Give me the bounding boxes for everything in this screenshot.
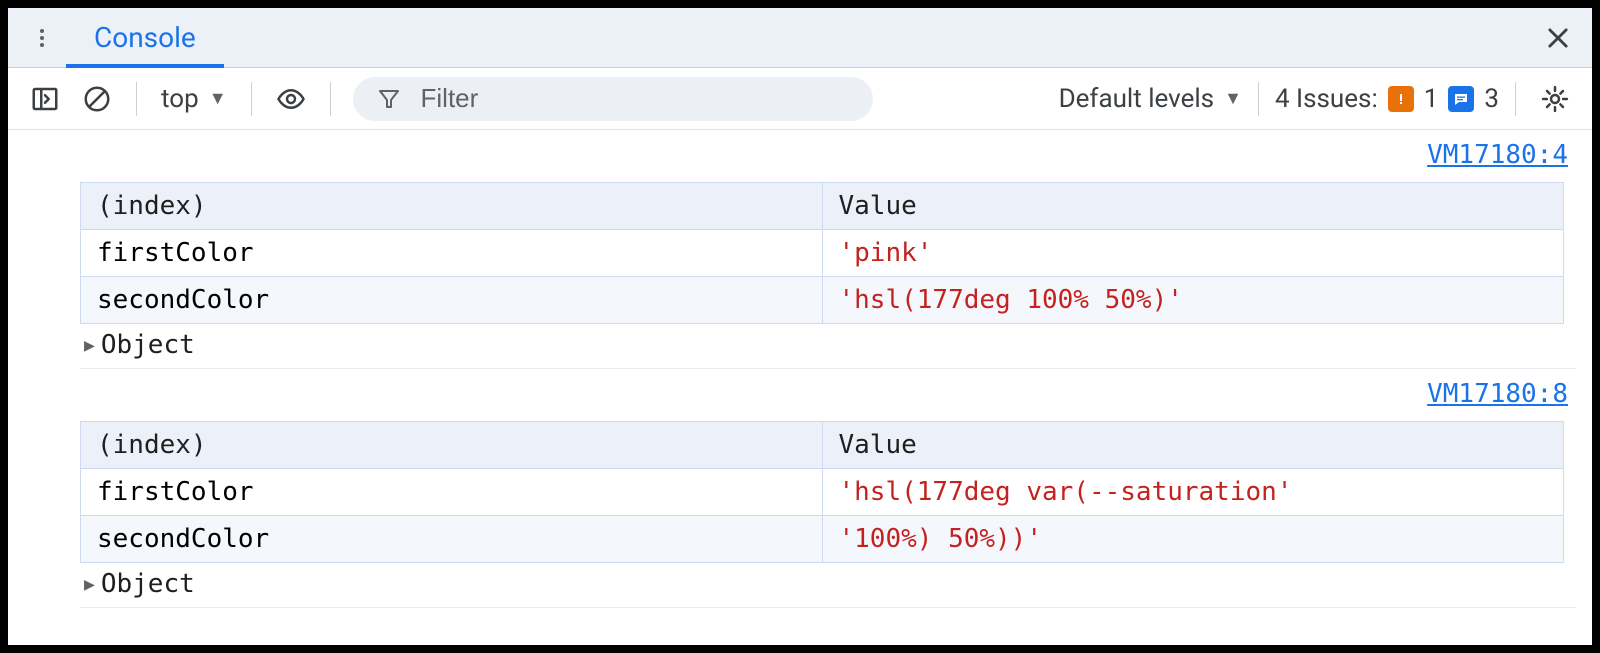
table-cell-key: firstColor (81, 469, 823, 516)
console-table: (index) Value firstColor 'pink' secondCo… (80, 182, 1564, 324)
kebab-icon (30, 26, 54, 50)
warning-badge-icon (1388, 86, 1414, 112)
expandable-object[interactable]: ▶ Object (80, 324, 1576, 362)
source-link[interactable]: VM17180:8 (1427, 379, 1568, 409)
console-settings-button[interactable] (1532, 80, 1578, 118)
tab-console[interactable]: Console (66, 8, 224, 67)
exclamation-icon (1393, 91, 1409, 107)
table-row: secondColor 'hsl(177deg 100% 50%)' (81, 277, 1564, 324)
disclosure-triangle-icon: ▶ (84, 574, 95, 595)
console-output: VM17180:4 (index) Value firstColor 'pink… (8, 130, 1592, 645)
message-icon (1453, 91, 1469, 107)
log-levels-label: Default levels (1059, 84, 1215, 114)
table-cell-key: firstColor (81, 230, 823, 277)
clear-console-button[interactable] (74, 80, 120, 118)
table-cell-key: secondColor (81, 277, 823, 324)
eye-icon (276, 84, 306, 114)
source-link[interactable]: VM17180:4 (1427, 140, 1568, 170)
table-cell-value: 'hsl(177deg 100% 50%)' (822, 277, 1564, 324)
console-table-entry: VM17180:4 (index) Value firstColor 'pink… (80, 130, 1576, 369)
table-cell-value: '100%) 50%))' (822, 516, 1564, 563)
object-label: Object (101, 569, 195, 599)
table-cell-key: secondColor (81, 516, 823, 563)
gear-icon (1540, 84, 1570, 114)
separator (251, 82, 252, 116)
console-table: (index) Value firstColor 'hsl(177deg var… (80, 421, 1564, 563)
filter-input[interactable] (419, 82, 823, 115)
separator (330, 82, 331, 116)
separator (1515, 82, 1516, 116)
chevron-down-icon: ▼ (209, 88, 227, 109)
filter-icon (377, 87, 401, 111)
object-label: Object (101, 330, 195, 360)
clear-icon (82, 84, 112, 114)
separator (1258, 82, 1259, 116)
execution-context-label: top (161, 84, 199, 114)
console-toolbar: top ▼ Default levels ▼ 4 Issues: 1 (8, 68, 1592, 130)
separator (136, 82, 137, 116)
table-row: firstColor 'pink' (81, 230, 1564, 277)
table-row: firstColor 'hsl(177deg var(--saturation' (81, 469, 1564, 516)
close-icon (1544, 24, 1572, 52)
chevron-down-icon: ▼ (1224, 88, 1242, 109)
live-expression-button[interactable] (268, 80, 314, 118)
sidebar-toggle-icon (30, 84, 60, 114)
tab-console-label: Console (94, 21, 196, 54)
table-header-index[interactable]: (index) (81, 183, 823, 230)
more-options-button[interactable] (18, 26, 66, 50)
toggle-sidebar-button[interactable] (22, 80, 68, 118)
execution-context-select[interactable]: top ▼ (153, 80, 235, 118)
table-header-index[interactable]: (index) (81, 422, 823, 469)
info-badge-icon (1448, 86, 1474, 112)
table-header-value[interactable]: Value (822, 422, 1564, 469)
table-row: secondColor '100%) 50%))' (81, 516, 1564, 563)
filter-field[interactable] (353, 77, 873, 121)
table-header-value[interactable]: Value (822, 183, 1564, 230)
disclosure-triangle-icon: ▶ (84, 335, 95, 356)
issues-info-count: 3 (1484, 84, 1499, 114)
expandable-object[interactable]: ▶ Object (80, 563, 1576, 601)
log-levels-select[interactable]: Default levels ▼ (1059, 84, 1242, 114)
issues-summary[interactable]: 4 Issues: 1 3 (1275, 84, 1499, 114)
issues-warning-count: 1 (1424, 84, 1439, 114)
close-devtools-button[interactable] (1534, 24, 1582, 52)
issues-label: 4 Issues: (1275, 84, 1378, 114)
table-cell-value: 'hsl(177deg var(--saturation' (822, 469, 1564, 516)
console-table-entry: VM17180:8 (index) Value firstColor 'hsl(… (80, 369, 1576, 608)
table-cell-value: 'pink' (822, 230, 1564, 277)
devtools-tabbar: Console (8, 8, 1592, 68)
